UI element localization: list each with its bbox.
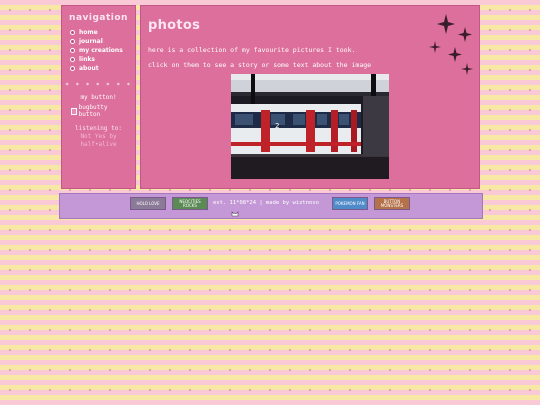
- intro-text: here is a collection of my favourite pic…: [148, 46, 356, 54]
- my-button-image[interactable]: bugbutty button: [71, 104, 127, 118]
- train-photo[interactable]: 2: [231, 74, 389, 179]
- broken-image-icon: [71, 107, 77, 115]
- star-divider: * * * * * * *: [65, 82, 132, 89]
- link-icon: [70, 57, 75, 62]
- my-button-alt-text: bugbutty button: [78, 104, 108, 118]
- heart-icon: [70, 66, 75, 71]
- house-icon: [70, 30, 75, 35]
- hint-text: click on them to see a story or some tex…: [148, 61, 372, 69]
- nav-list: home journal my creations links about: [70, 28, 123, 73]
- nav-item-label: my creations: [79, 47, 123, 54]
- badge-neocities-rocks[interactable]: NEOCITIES ROCKS: [172, 197, 208, 210]
- nav-item-about[interactable]: about: [70, 64, 123, 73]
- cat-icon: [231, 211, 239, 217]
- nav-item-home[interactable]: home: [70, 28, 123, 37]
- my-button-caption: my button!: [80, 94, 117, 101]
- now-listening: listening to: Not Yes by half•alive: [62, 125, 135, 149]
- badge-pokemon[interactable]: POKEMON FAN: [332, 197, 368, 210]
- listening-label: listening to:: [75, 125, 122, 132]
- song-artist: half•alive: [80, 141, 117, 148]
- badge-holo-love[interactable]: HOLO LOVE: [130, 197, 166, 210]
- palette-icon: [70, 48, 75, 53]
- nav-item-label: home: [79, 29, 98, 36]
- train-photo-image: 2: [231, 74, 389, 179]
- nav-title: navigation: [69, 13, 128, 23]
- nav-item-label: journal: [79, 38, 103, 45]
- book-icon: [70, 39, 75, 44]
- nav-item-my-creations[interactable]: my creations: [70, 46, 123, 55]
- sidebar: navigation home journal my creations lin…: [61, 5, 136, 189]
- footer: HOLO LOVE NEOCITIES ROCKS est. 11*08*24 …: [59, 193, 483, 219]
- nav-item-label: links: [79, 56, 95, 63]
- main-content: photos here is a collection of my favour…: [140, 5, 480, 189]
- page-title: photos: [148, 18, 201, 33]
- nav-item-label: about: [79, 65, 99, 72]
- song-title: Not Yes by: [80, 133, 117, 140]
- svg-text:2: 2: [275, 122, 279, 130]
- sparkle-icon: [429, 14, 473, 75]
- nav-item-journal[interactable]: journal: [70, 37, 123, 46]
- badge-button-monsters[interactable]: BUTTON MONSTERS: [374, 197, 410, 210]
- nav-item-links[interactable]: links: [70, 55, 123, 64]
- footer-credits: est. 11*08*24 | made by wiztnovo: [213, 200, 319, 206]
